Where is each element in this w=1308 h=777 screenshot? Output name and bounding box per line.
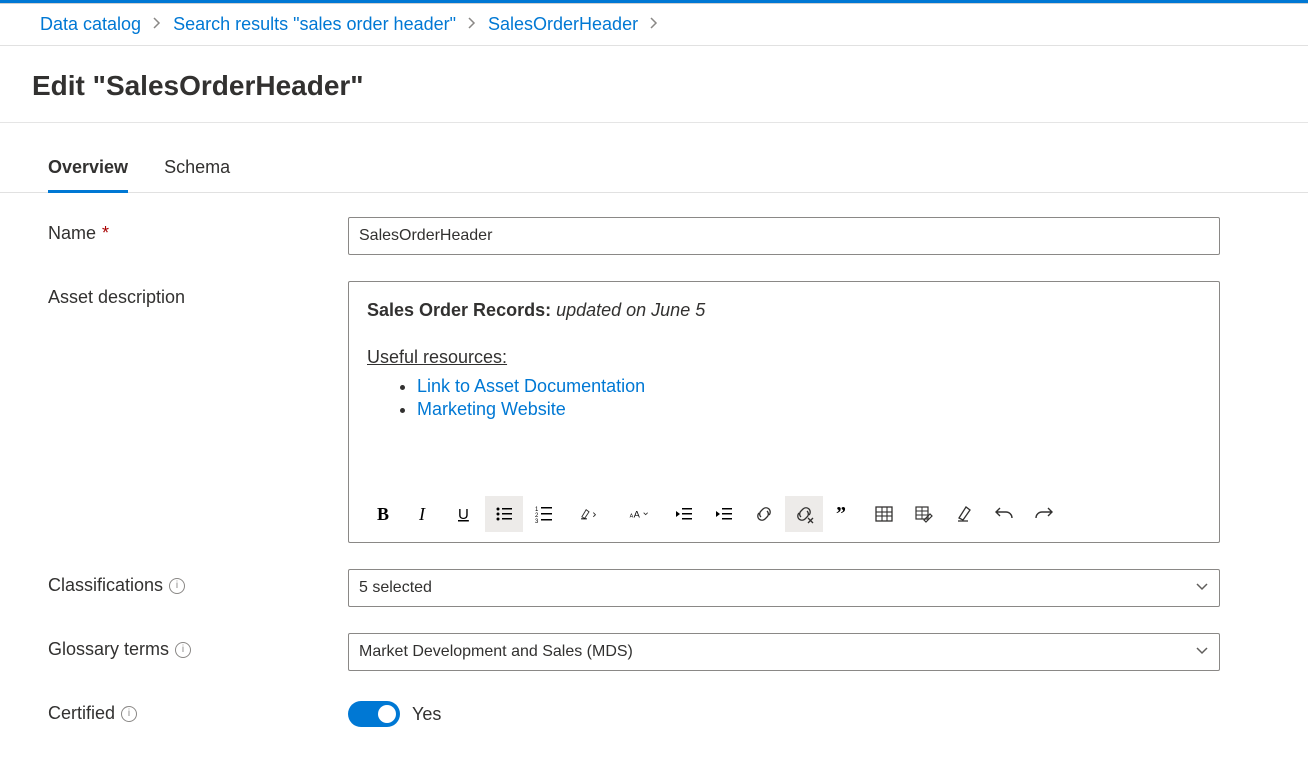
italic-button[interactable]: I	[405, 496, 443, 532]
info-icon[interactable]: i	[121, 706, 137, 722]
label-classifications: Classifications i	[48, 569, 348, 596]
table-button[interactable]	[865, 496, 903, 532]
label-glossary-text: Glossary terms	[48, 639, 169, 660]
form-area: Name * Asset description Sales Order Rec…	[0, 193, 1308, 777]
glossary-value: Market Development and Sales (MDS)	[359, 643, 633, 661]
classifications-value: 5 selected	[359, 579, 432, 597]
outdent-button[interactable]	[665, 496, 703, 532]
form-row-description: Asset description Sales Order Records: u…	[48, 281, 1260, 543]
bulleted-list-button[interactable]	[485, 496, 523, 532]
certified-toggle[interactable]	[348, 701, 400, 727]
form-row-classifications: Classifications i 5 selected	[48, 569, 1260, 607]
label-certified: Certified i	[48, 697, 348, 724]
clear-format-button[interactable]	[945, 496, 983, 532]
edit-table-button[interactable]	[905, 496, 943, 532]
certified-value: Yes	[412, 704, 441, 725]
indent-button[interactable]	[705, 496, 743, 532]
label-name-text: Name	[48, 223, 96, 244]
bold-button[interactable]: B	[365, 496, 403, 532]
tab-bar: Overview Schema	[0, 147, 1308, 193]
page-title: Edit "SalesOrderHeader"	[32, 70, 1276, 102]
breadcrumb: Data catalog Search results "sales order…	[0, 4, 1308, 46]
highlight-button[interactable]	[565, 496, 613, 532]
link-asset-documentation[interactable]: Link to Asset Documentation	[417, 376, 645, 396]
svg-text:3: 3	[535, 519, 539, 524]
label-glossary: Glossary terms i	[48, 633, 348, 660]
description-link-item: Link to Asset Documentation	[417, 376, 1201, 397]
link-marketing-website[interactable]: Marketing Website	[417, 399, 566, 419]
link-button[interactable]	[745, 496, 783, 532]
chevron-right-icon	[151, 17, 163, 32]
chevron-right-icon	[648, 17, 660, 32]
rich-text-editor[interactable]: Sales Order Records: updated on June 5 U…	[348, 281, 1220, 543]
info-icon[interactable]: i	[175, 642, 191, 658]
form-row-name: Name *	[48, 217, 1260, 255]
unlink-button[interactable]	[785, 496, 823, 532]
quote-button[interactable]: ”	[825, 496, 863, 532]
label-asset-description-text: Asset description	[48, 287, 185, 308]
label-asset-description: Asset description	[48, 281, 348, 308]
page-header: Edit "SalesOrderHeader"	[0, 46, 1308, 123]
description-heading-bold: Sales Order Records:	[367, 300, 551, 320]
underline-button[interactable]: U	[445, 496, 483, 532]
required-asterisk-icon: *	[102, 223, 109, 244]
info-icon[interactable]: i	[169, 578, 185, 594]
classifications-dropdown[interactable]: 5 selected	[348, 569, 1220, 607]
label-classifications-text: Classifications	[48, 575, 163, 596]
breadcrumb-link-data-catalog[interactable]: Data catalog	[40, 14, 141, 35]
breadcrumb-link-search-results[interactable]: Search results "sales order header"	[173, 14, 456, 35]
rich-text-toolbar: B I U 123	[349, 492, 1219, 542]
svg-text:”: ”	[836, 504, 846, 524]
undo-button[interactable]	[985, 496, 1023, 532]
svg-text:B: B	[377, 504, 389, 524]
description-heading-italic: updated on June 5	[551, 300, 705, 320]
svg-text:I: I	[418, 504, 426, 524]
numbered-list-button[interactable]: 123	[525, 496, 563, 532]
rich-text-content[interactable]: Sales Order Records: updated on June 5 U…	[349, 282, 1219, 492]
name-input[interactable]	[348, 217, 1220, 255]
toggle-knob-icon	[378, 705, 396, 723]
label-name: Name *	[48, 217, 348, 244]
svg-text:A: A	[634, 509, 641, 519]
description-link-item: Marketing Website	[417, 399, 1201, 420]
tab-overview[interactable]: Overview	[48, 147, 128, 193]
tab-schema[interactable]: Schema	[164, 147, 230, 193]
description-subheading: Useful resources:	[367, 347, 507, 368]
form-row-certified: Certified i Yes	[48, 697, 1260, 727]
chevron-down-icon	[1195, 579, 1209, 598]
label-certified-text: Certified	[48, 703, 115, 724]
form-row-glossary: Glossary terms i Market Development and …	[48, 633, 1260, 671]
glossary-dropdown[interactable]: Market Development and Sales (MDS)	[348, 633, 1220, 671]
chevron-right-icon	[466, 17, 478, 32]
svg-text:U: U	[458, 506, 469, 523]
chevron-down-icon	[1195, 643, 1209, 662]
font-size-button[interactable]: AA	[615, 496, 663, 532]
redo-button[interactable]	[1025, 496, 1063, 532]
breadcrumb-link-salesorderheader[interactable]: SalesOrderHeader	[488, 14, 638, 35]
